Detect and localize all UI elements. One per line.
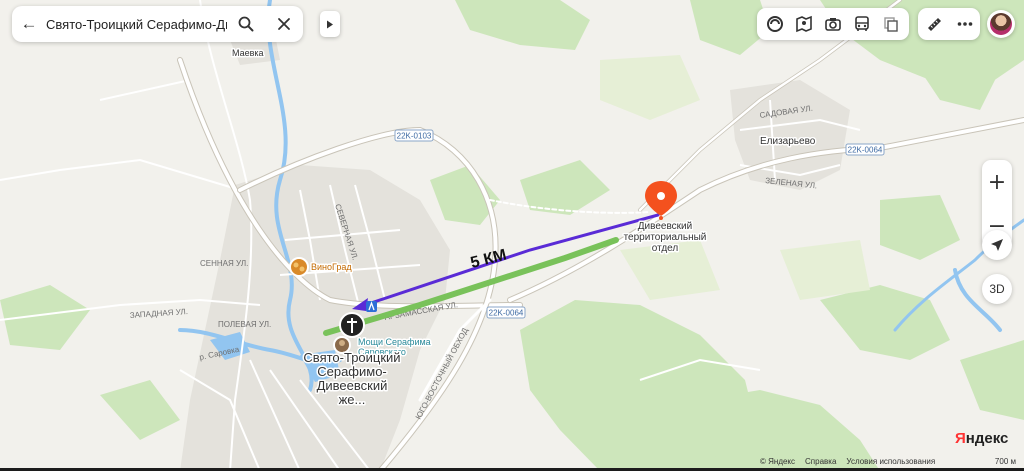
panorama-icon xyxy=(796,15,812,33)
search-icon xyxy=(238,16,254,32)
logo-letter: Я xyxy=(955,430,966,447)
terms-link[interactable]: Условия использования xyxy=(846,457,935,466)
transit-icon xyxy=(854,16,869,31)
tools-toolbar xyxy=(918,8,980,40)
layers-button[interactable] xyxy=(762,11,788,37)
location-arrow-icon xyxy=(991,239,1003,251)
copyright-text: © Яндекс xyxy=(760,456,796,466)
highway-shield-22k-0064-east: 22K-0064 xyxy=(845,143,885,156)
scale-label: 700 м xyxy=(994,456,1016,466)
monastery-label-line1[interactable]: Свято-Троицкий xyxy=(302,349,402,367)
monastery-label-line3[interactable]: Дивеевский xyxy=(315,377,389,395)
bus-stop-icon[interactable] xyxy=(366,301,377,312)
destination-label-line2[interactable]: территориальный xyxy=(622,231,708,245)
panorama-button[interactable] xyxy=(791,11,817,37)
collapse-panel-button[interactable] xyxy=(320,11,340,37)
shop-label[interactable]: ВиноГрад xyxy=(310,261,354,274)
camera-icon xyxy=(825,18,841,31)
shop-marker[interactable] xyxy=(289,257,309,277)
highway-shield-22k-0064-south: 22K-0064 xyxy=(486,306,526,319)
svg-text:22K-0103: 22K-0103 xyxy=(397,132,432,141)
yandex-logo: Яндекс xyxy=(955,430,1008,447)
arrow-left-icon: ← xyxy=(20,14,38,33)
clear-search-button[interactable] xyxy=(265,6,303,42)
ruler-icon xyxy=(927,18,941,31)
play-icon xyxy=(327,20,333,28)
search-button[interactable] xyxy=(227,6,265,42)
locate-me-button[interactable] xyxy=(982,230,1012,260)
more-icon xyxy=(957,22,972,26)
map-canvas[interactable]: 22K-0103 22K-0064 22K-0064 САДОВАЯ УЛ. З… xyxy=(0,0,1024,471)
highway-shield-22k-0103: 22K-0103 xyxy=(394,129,434,142)
close-icon xyxy=(278,18,290,30)
pages-icon xyxy=(883,17,898,32)
street-label-senaya: СЕННАЯ УЛ. xyxy=(200,259,248,268)
layers-icon xyxy=(767,16,784,32)
destination-label-line3[interactable]: отдел xyxy=(650,242,680,256)
svg-text:22K-0064: 22K-0064 xyxy=(848,146,883,155)
ruler-button[interactable] xyxy=(921,11,947,37)
zoom-in-button[interactable]: + xyxy=(982,160,1012,204)
street-label-polevaya: ПОЛЕВАЯ УЛ. xyxy=(218,320,271,329)
back-button[interactable]: ← xyxy=(12,6,46,42)
3d-view-button[interactable]: 3D xyxy=(982,274,1012,304)
transit-button[interactable] xyxy=(849,11,875,37)
relics-label-line1[interactable]: Мощи Серафима xyxy=(357,336,433,349)
church-marker[interactable] xyxy=(339,312,365,338)
map-layers-toolbar xyxy=(757,8,909,40)
map-footer: © Яндекс Справка Условия использования 7… xyxy=(760,454,1024,468)
pages-button[interactable] xyxy=(878,11,904,37)
destination-label-line1[interactable]: Дивеевский xyxy=(636,220,693,234)
search-bar: ← Свято-Троицкий Серафимо-Дивеевс xyxy=(12,6,303,42)
village-label-elizarevo[interactable]: Елизарьево xyxy=(759,135,818,149)
more-button[interactable] xyxy=(952,11,978,37)
camera-button[interactable] xyxy=(820,11,846,37)
village-label-maevka[interactable]: Маевка xyxy=(231,47,266,60)
search-input[interactable]: Свято-Троицкий Серафимо-Дивеевс xyxy=(46,17,227,32)
monastery-label-line2[interactable]: Серафимо- xyxy=(316,363,389,381)
user-avatar[interactable] xyxy=(987,10,1015,38)
logo-text: ндекс xyxy=(965,430,1009,447)
avatar-image xyxy=(990,13,1012,35)
help-link[interactable]: Справка xyxy=(805,457,836,466)
svg-text:22K-0064: 22K-0064 xyxy=(489,309,524,318)
monastery-label-line4[interactable]: же... xyxy=(337,391,367,409)
